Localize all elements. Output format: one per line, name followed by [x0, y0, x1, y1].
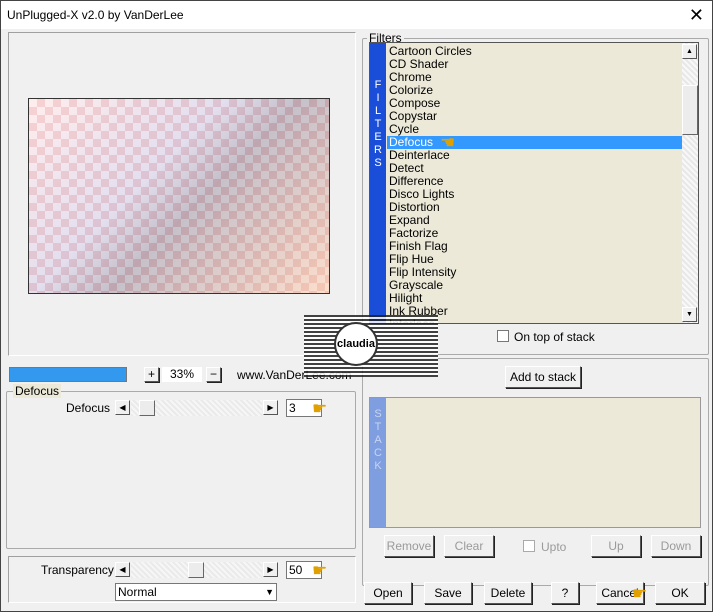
on-top-of-stack-label: On top of stack: [514, 330, 595, 344]
window-title: UnPlugged-X v2.0 by VanDerLee: [7, 8, 184, 22]
title-bar: UnPlugged-X v2.0 by VanDerLee ✕: [1, 1, 712, 29]
stack-strip: STACK: [370, 398, 386, 527]
group-title: Defocus: [13, 384, 62, 398]
down-button[interactable]: Down: [651, 535, 701, 557]
help-button[interactable]: ?: [551, 582, 579, 604]
zoom-level: 33%: [162, 367, 202, 382]
add-to-stack-button[interactable]: Add to stack: [505, 366, 581, 388]
scroll-down-button[interactable]: ▼: [682, 307, 697, 322]
pointing-hand-icon: ☛: [312, 561, 328, 580]
scroll-thumb[interactable]: [682, 85, 698, 135]
scroll-up-button[interactable]: ▲: [682, 44, 697, 59]
chevron-down-icon: ▼: [265, 587, 274, 597]
clear-button[interactable]: Clear: [444, 535, 494, 557]
vertical-scrollbar[interactable]: ▲ ▼: [682, 43, 698, 323]
open-button[interactable]: Open: [364, 582, 412, 604]
watermark-logo: claudia: [334, 322, 378, 366]
pointing-hand-icon: ☚: [440, 133, 456, 152]
zoom-out-button[interactable]: −: [206, 367, 221, 382]
defocus-slider-thumb[interactable]: [139, 400, 155, 416]
preview-image[interactable]: [28, 98, 330, 294]
filter-item[interactable]: Grayscale: [387, 279, 683, 292]
progress-bar: [9, 367, 127, 382]
transparency-label: Transparency: [41, 563, 114, 577]
remove-button[interactable]: Remove: [384, 535, 434, 557]
pointing-hand-icon: ☛: [312, 399, 328, 418]
filter-list[interactable]: FILTERS Cartoon Circles CD Shader Chrome Co…: [369, 42, 699, 324]
stack-list[interactable]: STACK: [369, 397, 701, 528]
transparency-right-button[interactable]: ▶: [263, 562, 278, 577]
delete-button[interactable]: Delete: [484, 582, 532, 604]
save-button[interactable]: Save: [424, 582, 472, 604]
strip-label: FILTERS: [374, 79, 382, 169]
blend-mode-select[interactable]: Normal ▼: [115, 583, 277, 601]
transparency-left-button[interactable]: ◀: [115, 562, 130, 577]
filter-item[interactable]: Distortion: [387, 201, 683, 214]
transparency-slider-thumb[interactable]: [188, 562, 204, 578]
ok-button[interactable]: OK: [655, 582, 705, 604]
filter-item[interactable]: Copystar: [387, 110, 683, 123]
on-top-of-stack-checkbox[interactable]: [497, 330, 509, 342]
upto-checkbox[interactable]: [523, 540, 535, 552]
up-button[interactable]: Up: [591, 535, 641, 557]
slider-right-button[interactable]: ▶: [263, 400, 278, 415]
upto-label: Upto: [541, 540, 567, 554]
pointing-hand-icon: ☛: [632, 584, 648, 603]
defocus-label: Defocus: [66, 401, 111, 415]
slider-left-button[interactable]: ◀: [115, 400, 130, 415]
strip-label: STACK: [374, 408, 382, 472]
close-icon[interactable]: ✕: [689, 5, 704, 26]
blend-mode-value: Normal: [118, 585, 157, 599]
zoom-in-button[interactable]: +: [144, 367, 159, 382]
filters-strip: FILTERS: [370, 43, 386, 323]
filter-item[interactable]: Deinterlace: [387, 149, 683, 162]
